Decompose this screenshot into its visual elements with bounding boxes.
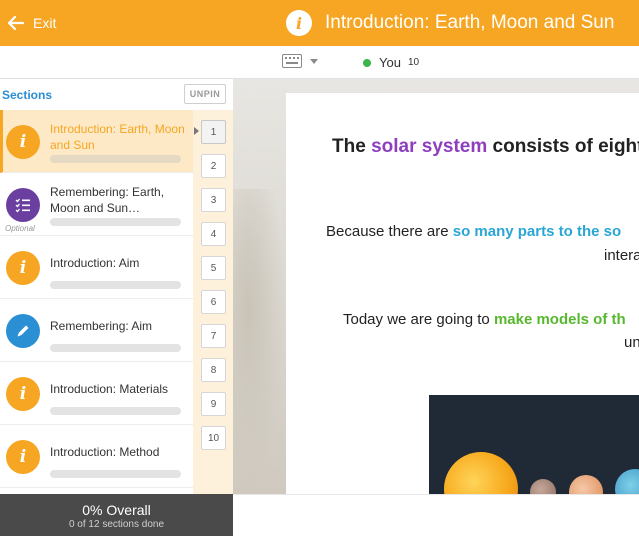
arrow-left-icon: [7, 15, 25, 31]
page-number-5[interactable]: 5: [201, 256, 226, 280]
sections-done-count: 0 of 12 sections done: [68, 519, 165, 530]
current-page-pointer-icon: [194, 127, 199, 135]
section-item-introduction-earth-moon-sun[interactable]: i Introduction: Earth, Moon and Sun: [0, 110, 193, 173]
info-icon: i: [6, 440, 40, 474]
info-icon: i: [6, 251, 40, 285]
slide-paragraph-1-cont: intera: [604, 247, 639, 264]
page-number-3[interactable]: 3: [201, 188, 226, 212]
exit-button[interactable]: Exit: [6, 11, 56, 35]
pencil-icon: [6, 314, 40, 348]
display-mode-dropdown[interactable]: [282, 54, 318, 68]
section-progress: [50, 281, 181, 289]
page-number-1[interactable]: 1: [201, 120, 226, 144]
page-number-2[interactable]: 2: [201, 154, 226, 178]
paragraph-1-start: Because there are: [326, 223, 453, 240]
bottom-toolbar: [233, 494, 639, 536]
info-icon: i: [6, 377, 40, 411]
slide-paragraph-2: Today we are going to make models of th: [343, 311, 626, 328]
presence-count: 10: [407, 57, 420, 68]
section-label: Introduction: Method: [50, 445, 160, 459]
page-number-9[interactable]: 9: [201, 392, 226, 416]
page-title: Introduction: Earth, Moon and Sun: [325, 12, 615, 33]
section-label: Remembering: Earth, Moon and Sun…: [50, 185, 165, 215]
sun-image: [444, 452, 518, 494]
planet-image: [530, 479, 556, 494]
slide-paragraph-2-cont: un: [624, 334, 639, 351]
page-number-8[interactable]: 8: [201, 358, 226, 382]
sections-header: Sections UNPIN: [0, 79, 233, 110]
section-label: Introduction: Materials: [50, 382, 169, 396]
section-item-introduction-aim[interactable]: i Introduction: Aim: [0, 236, 193, 299]
page-number-7[interactable]: 7: [201, 324, 226, 348]
solar-system-image: [429, 395, 639, 494]
highlight-so-many-parts: so many parts to the so: [452, 223, 622, 240]
page-number-4[interactable]: 4: [201, 222, 226, 246]
section-progress: [50, 155, 181, 163]
chevron-down-icon: [310, 58, 318, 64]
slide-heading: The solar system consists of eight p: [332, 136, 639, 158]
overall-progress-panel: 0% Overall 0 of 12 sections done: [0, 494, 233, 536]
keyboard-icon: [282, 54, 302, 68]
section-label: Introduction: Aim: [50, 256, 140, 270]
section-progress: [50, 344, 181, 352]
section-item-introduction-materials[interactable]: i Introduction: Materials: [0, 362, 193, 425]
page-number-6[interactable]: 6: [201, 290, 226, 314]
optional-badge: Optional: [5, 224, 35, 233]
sections-heading: Sections: [2, 88, 53, 102]
unpin-button[interactable]: UNPIN: [184, 84, 226, 104]
online-status-dot: [363, 58, 371, 67]
background-tree: [233, 189, 285, 494]
slide-paragraph-1: Because there are so many parts to the s…: [326, 223, 621, 240]
presence-indicator[interactable]: You 10: [363, 55, 419, 70]
section-item-introduction-method[interactable]: i Introduction: Method: [0, 425, 193, 488]
presence-name: You: [379, 55, 401, 70]
section-label: Remembering: Aim: [50, 319, 153, 333]
lesson-slide: The solar system consists of eight p Bec…: [286, 93, 639, 494]
page-number-10[interactable]: 10: [201, 426, 226, 450]
slide-heading-start: The: [332, 136, 372, 157]
overall-progress-label: 0% Overall: [82, 502, 151, 518]
highlight-solar-system: solar system: [371, 136, 488, 157]
section-item-remembering-earth-moon-sun[interactable]: Remembering: Earth, Moon and Sun… Option…: [0, 173, 193, 236]
checklist-icon: [6, 188, 40, 222]
section-progress: [50, 470, 181, 478]
section-progress: [50, 407, 181, 415]
info-icon: i: [286, 10, 312, 36]
title-area: i Introduction: Earth, Moon and Sun: [286, 8, 614, 38]
planet-image: [569, 475, 603, 494]
sub-toolbar: You 10: [0, 46, 639, 79]
section-label: Introduction: Earth, Moon and Sun: [50, 122, 185, 152]
info-icon: i: [6, 125, 40, 159]
highlight-make-models: make models of th: [493, 311, 626, 328]
exit-label: Exit: [33, 15, 57, 31]
slide-heading-end: consists of eight p: [492, 136, 639, 157]
earth-image: [615, 469, 639, 494]
section-progress: [50, 218, 181, 226]
section-item-remembering-aim[interactable]: Remembering: Aim: [0, 299, 193, 362]
top-header: Exit i Introduction: Earth, Moon and Sun: [0, 0, 639, 46]
paragraph-2-start: Today we are going to: [343, 311, 494, 328]
section-list: i Introduction: Earth, Moon and Sun Reme…: [0, 110, 193, 488]
